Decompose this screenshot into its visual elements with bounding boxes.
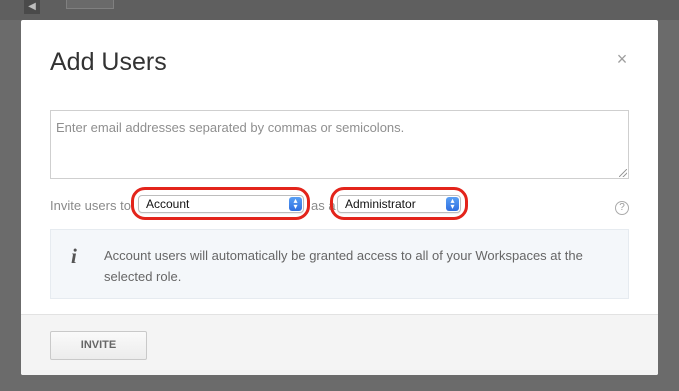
info-message: Account users will automatically be gran…	[104, 248, 583, 284]
close-icon[interactable]: ×	[614, 50, 630, 68]
add-users-modal: Add Users × Invite users to Account ▴▾ a…	[21, 20, 658, 375]
page-backdrop-header: ◀	[0, 0, 679, 20]
modal-title: Add Users	[50, 48, 167, 76]
info-panel: i Account users will automatically be gr…	[50, 229, 629, 299]
chevron-left-icon[interactable]: ◀	[24, 0, 40, 14]
textarea-resize-handle[interactable]	[619, 169, 627, 177]
question-circle-icon[interactable]: ?	[615, 201, 629, 215]
background-tab	[66, 0, 114, 9]
invite-prefix-label: Invite users to	[50, 198, 131, 213]
info-icon: i	[71, 244, 77, 268]
modal-footer: INVITE	[21, 314, 658, 375]
email-addresses-input[interactable]	[50, 110, 629, 179]
account-select-highlight	[131, 187, 310, 220]
invite-button[interactable]: INVITE	[50, 331, 147, 360]
role-select-highlight	[330, 187, 468, 220]
